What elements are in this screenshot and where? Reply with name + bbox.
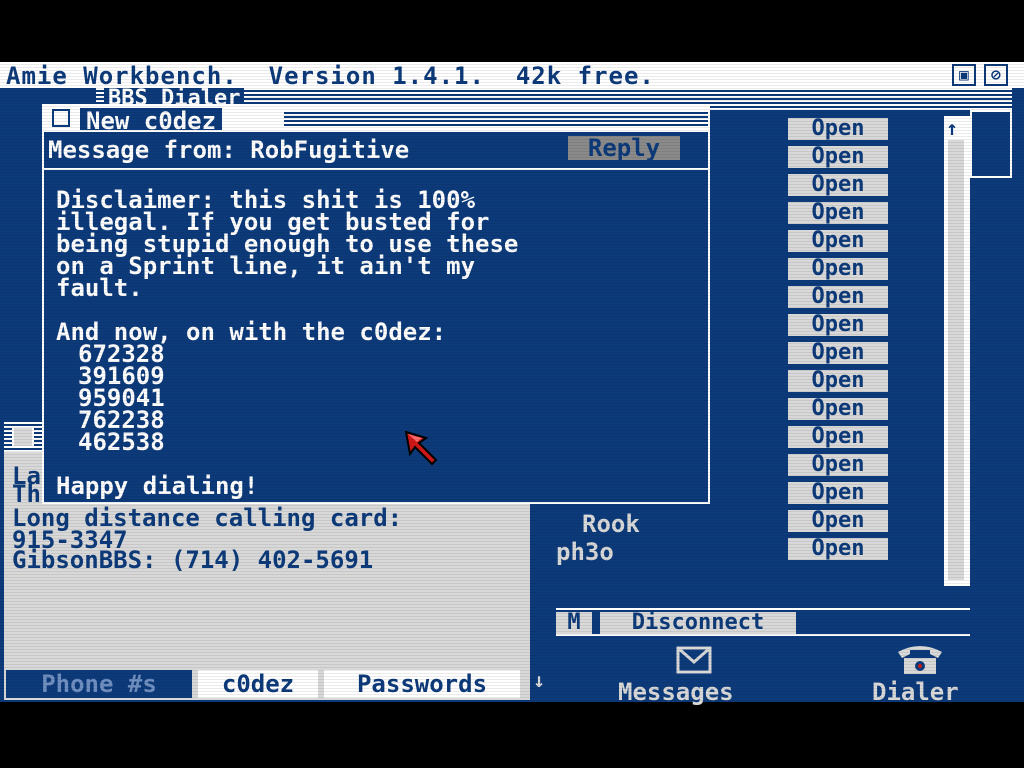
message-window: New c0dez Message from: RobFugitive Repl…: [42, 104, 710, 504]
envelope-icon[interactable]: [676, 646, 712, 674]
bbs-dialer-side-gadget[interactable]: [970, 110, 1012, 178]
telephone-icon[interactable]: [896, 642, 944, 676]
scroll-down-icon[interactable]: ↓: [946, 582, 958, 602]
screen-depth-icon[interactable]: ▣: [952, 64, 976, 86]
disconnect-button[interactable]: Disconnect: [600, 612, 796, 634]
workbench-title: Amie Workbench. Version 1.4.1. 42k free.: [6, 62, 655, 90]
open-button[interactable]: Open: [788, 510, 888, 532]
bbs-username: Rook: [582, 510, 640, 538]
close-icon[interactable]: [52, 109, 70, 127]
dock-messages-label[interactable]: Messages: [618, 678, 734, 706]
dock-dialer-label[interactable]: Dialer: [872, 678, 959, 706]
message-title-bar[interactable]: New c0dez: [44, 106, 708, 134]
open-button[interactable]: Open: [788, 342, 888, 364]
open-button[interactable]: Open: [788, 286, 888, 308]
bbs-username: ph3o: [556, 538, 614, 566]
message-body-line: fault.: [56, 274, 143, 302]
bbs-dialer-depth-gadget[interactable]: [976, 88, 1012, 110]
tab-c0dez[interactable]: c0dez: [198, 670, 318, 698]
notes-tab-bar: Phone #s c0dez Passwords: [6, 670, 520, 698]
open-button[interactable]: Open: [788, 482, 888, 504]
open-button[interactable]: Open: [788, 230, 888, 252]
open-button[interactable]: Open: [788, 118, 888, 140]
pointer-arrow-icon: [404, 430, 440, 466]
bbs-scrollbar[interactable]: ↑ ↓: [944, 116, 970, 602]
workbench-title-bar: Amie Workbench. Version 1.4.1. 42k free.: [0, 62, 1024, 88]
open-button[interactable]: Open: [788, 370, 888, 392]
m-button[interactable]: M: [556, 612, 592, 634]
open-button[interactable]: Open: [788, 454, 888, 476]
amiga-screen: Amie Workbench. Version 1.4.1. 42k free.…: [0, 0, 1024, 768]
open-button[interactable]: Open: [788, 314, 888, 336]
notes-close-icon[interactable]: [12, 426, 34, 448]
reply-button[interactable]: Reply: [568, 136, 680, 160]
open-button[interactable]: Open: [788, 538, 888, 560]
open-button[interactable]: Open: [788, 146, 888, 168]
scroll-down-icon[interactable]: ↓: [533, 670, 545, 690]
message-header: Message from: RobFugitive: [48, 136, 410, 164]
bbs-scroll-track[interactable]: [948, 140, 964, 580]
message-window-title: New c0dez: [78, 106, 225, 134]
open-button[interactable]: Open: [788, 398, 888, 420]
code-entry: 462538: [78, 428, 165, 456]
scroll-up-icon[interactable]: ↑: [946, 118, 958, 138]
notes-line: GibsonBBS: (714) 402-5691: [12, 546, 374, 574]
open-button[interactable]: Open: [788, 174, 888, 196]
header-divider: [44, 168, 708, 170]
tab-passwords[interactable]: Passwords: [324, 670, 520, 698]
tab-phone-numbers[interactable]: Phone #s: [6, 670, 192, 698]
open-button[interactable]: Open: [788, 258, 888, 280]
message-signoff: Happy dialing!: [56, 472, 259, 500]
no-entry-icon[interactable]: ⊘: [984, 64, 1008, 86]
title-bar-stripes: [284, 110, 708, 128]
open-button[interactable]: Open: [788, 426, 888, 448]
bbs-action-bar: M Disconnect: [556, 608, 970, 636]
open-button[interactable]: Open: [788, 202, 888, 224]
